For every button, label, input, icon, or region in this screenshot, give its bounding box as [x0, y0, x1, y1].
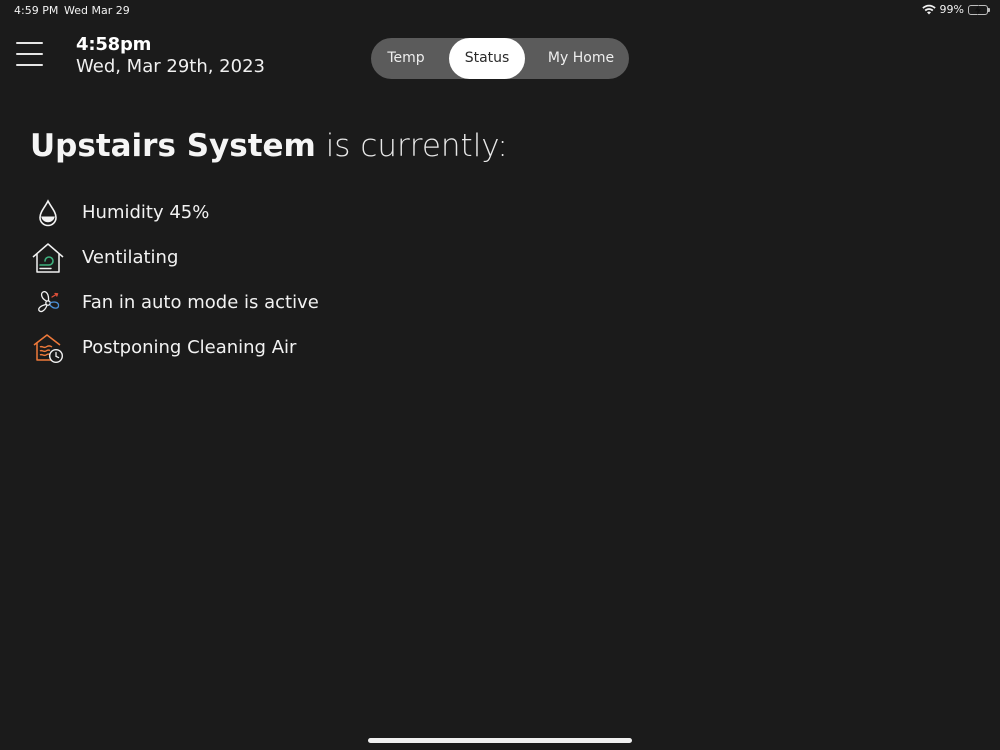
thermostat-status-screen: 4:59 PM Wed Mar 29 99% 4:58pm Wed, Mar 2…: [0, 0, 1000, 750]
humidity-drop-icon: [30, 195, 66, 231]
ventilation-house-icon: [30, 240, 66, 276]
status-text: Ventilating: [82, 247, 179, 268]
status-list: Humidity 45% Ventilating Fan in auto mod…: [30, 190, 630, 370]
header-clock: 4:58pm Wed, Mar 29th, 2023: [76, 34, 265, 77]
status-item-fan: Fan in auto mode is active: [30, 280, 630, 325]
status-text: Humidity 45%: [82, 202, 210, 223]
fan-icon: [30, 285, 66, 321]
tab-my-home[interactable]: My Home: [533, 38, 629, 79]
battery-charging-icon: [968, 4, 990, 15]
page-title: Upstairs System is currently:: [30, 128, 508, 164]
status-item-humidity: Humidity 45%: [30, 190, 630, 235]
status-item-cleaning-air: Postponing Cleaning Air: [30, 325, 630, 370]
tab-temp[interactable]: Temp: [371, 38, 441, 79]
hamburger-menu-icon[interactable]: [16, 42, 44, 68]
wifi-icon: [921, 4, 936, 15]
status-bar-date: Wed Mar 29: [64, 4, 130, 17]
system-name: Upstairs System: [30, 128, 316, 164]
tab-status[interactable]: Status: [449, 38, 525, 79]
header-date: Wed, Mar 29th, 2023: [76, 56, 265, 77]
status-text: Postponing Cleaning Air: [82, 337, 297, 358]
home-indicator[interactable]: [368, 738, 632, 743]
status-bar-time: 4:59 PM: [14, 4, 59, 17]
system-status-bar: 4:59 PM Wed Mar 29 99%: [0, 0, 1000, 22]
view-segmented-control: Temp Status My Home: [371, 38, 629, 79]
heading-suffix: is currently:: [315, 128, 508, 164]
menu-line: [16, 53, 43, 55]
menu-line: [16, 42, 43, 44]
status-text: Fan in auto mode is active: [82, 292, 319, 313]
header-time: 4:58pm: [76, 34, 152, 55]
status-item-ventilating: Ventilating: [30, 235, 630, 280]
menu-line: [16, 64, 43, 66]
battery-percentage: 99%: [939, 3, 964, 16]
cleaning-air-postponed-icon: [30, 330, 66, 366]
status-bar-right: 99%: [921, 3, 990, 16]
charging-bolt-icon: [975, 4, 981, 15]
